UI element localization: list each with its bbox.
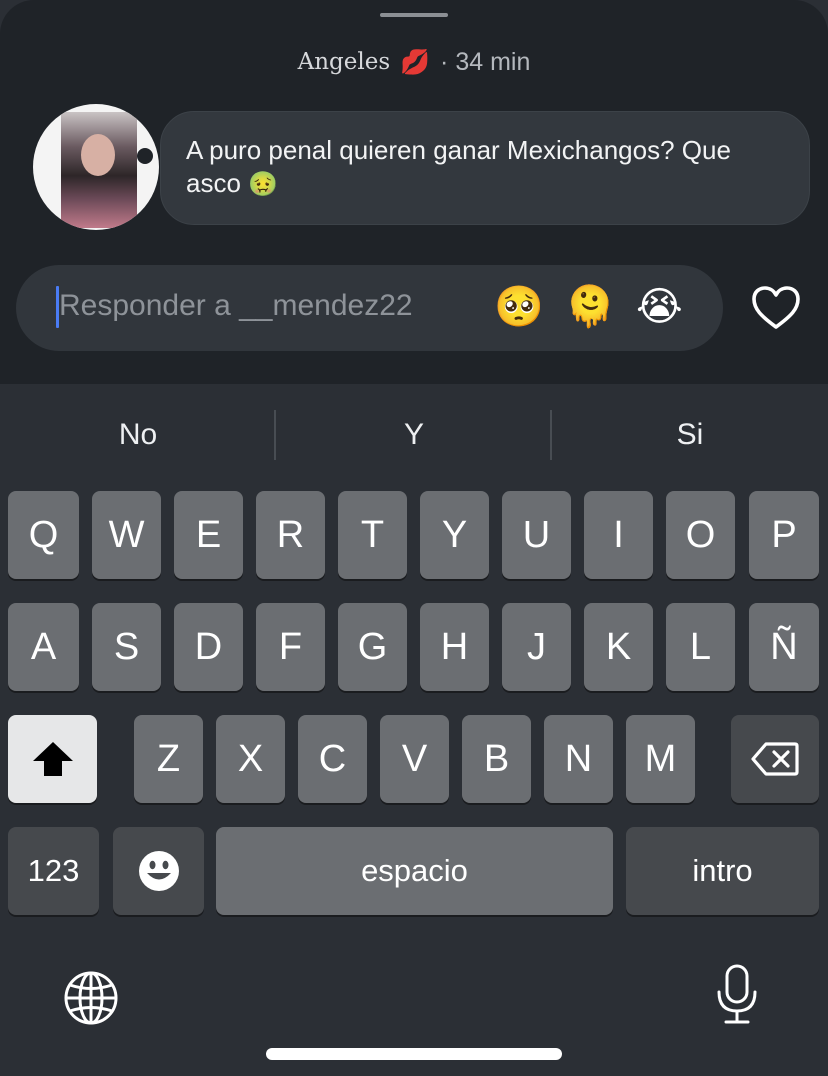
key-d[interactable]: D (174, 603, 243, 691)
header-separator: · (440, 47, 449, 76)
key-e[interactable]: E (174, 491, 243, 579)
key-k[interactable]: K (584, 603, 653, 691)
comment-author[interactable]: Angeles (298, 49, 391, 75)
emoji-key[interactable] (113, 827, 204, 915)
quick-reaction-melting[interactable]: 🫠 (565, 283, 615, 331)
key-b[interactable]: B (462, 715, 531, 803)
key-j[interactable]: J (502, 603, 571, 691)
suggestion-2[interactable]: Y (276, 410, 552, 460)
emoji-face-icon (138, 851, 179, 891)
key-l[interactable]: L (666, 603, 735, 691)
suggestion-3[interactable]: Si (552, 410, 828, 460)
comment-sheet: Angeles 💋 · 34 min A puro penal quieren … (0, 0, 828, 384)
key-z[interactable]: Z (134, 715, 203, 803)
key-u[interactable]: U (502, 491, 571, 579)
suggestion-1[interactable]: No (0, 410, 276, 460)
avatar-face (81, 134, 115, 176)
key-s[interactable]: S (92, 603, 161, 691)
comment-time: 34 min (455, 47, 531, 76)
comment-bubble[interactable]: A puro penal quieren ganar Mexichangos? … (160, 111, 810, 225)
globe-icon[interactable] (63, 970, 119, 1026)
heart-icon[interactable] (751, 285, 801, 331)
shift-arrow-icon (32, 742, 73, 776)
suggestion-divider (274, 410, 276, 460)
key-h[interactable]: H (420, 603, 489, 691)
nauseated-emoji: 🤢 (248, 171, 279, 198)
key-i[interactable]: I (584, 491, 653, 579)
avatar[interactable] (33, 104, 159, 230)
key-r[interactable]: R (256, 491, 325, 579)
key-f[interactable]: F (256, 603, 325, 691)
delete-key[interactable] (731, 715, 819, 803)
microphone-icon[interactable] (716, 964, 758, 1026)
numbers-key[interactable]: 123 (8, 827, 99, 915)
return-key[interactable]: intro (626, 827, 819, 915)
space-key[interactable]: espacio (216, 827, 613, 915)
key-q[interactable]: Q (8, 491, 79, 579)
backspace-icon (751, 742, 799, 776)
key-v[interactable]: V (380, 715, 449, 803)
key-a[interactable]: A (8, 603, 79, 691)
shift-key[interactable] (8, 715, 97, 803)
key-p[interactable]: P (749, 491, 819, 579)
reply-placeholder: Responder a __mendez22 (59, 289, 413, 322)
key-n-tilde[interactable]: Ñ (749, 603, 819, 691)
quick-reaction-pleading[interactable]: 🥺 (494, 283, 544, 331)
key-w[interactable]: W (92, 491, 161, 579)
key-c[interactable]: C (298, 715, 367, 803)
avatar-indicator (137, 148, 153, 164)
key-m[interactable]: M (626, 715, 695, 803)
key-n[interactable]: N (544, 715, 613, 803)
comment-header: Angeles 💋 · 34 min (0, 44, 828, 80)
sheet-grabber[interactable] (380, 13, 448, 17)
key-o[interactable]: O (666, 491, 735, 579)
suggestion-bar: No Y Si (0, 384, 828, 486)
suggestion-divider (550, 410, 552, 460)
key-g[interactable]: G (338, 603, 407, 691)
author-emoji: 💋 (400, 48, 431, 76)
reply-input[interactable]: Responder a __mendez22 🥺 🫠 😭 (16, 265, 723, 351)
quick-reaction-crying[interactable]: 😭 (636, 283, 683, 331)
home-indicator[interactable] (266, 1048, 562, 1060)
key-t[interactable]: T (338, 491, 407, 579)
key-y[interactable]: Y (420, 491, 489, 579)
key-x[interactable]: X (216, 715, 285, 803)
